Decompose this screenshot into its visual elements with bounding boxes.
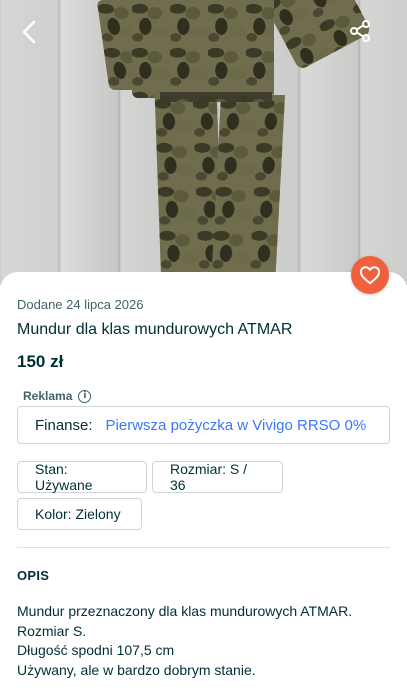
- ad-label-text: Reklama: [23, 389, 73, 403]
- description-line: Mundur przeznaczony dla klas mundurowych…: [17, 603, 353, 619]
- param-chip-size: Rozmiar: S / 36: [152, 461, 283, 493]
- share-icon: [350, 20, 370, 42]
- photo-waistband: [160, 92, 272, 102]
- param-chip-color: Kolor: Zielony: [17, 498, 142, 530]
- info-icon[interactable]: i: [78, 389, 92, 403]
- added-date: Dodane 24 lipca 2026: [17, 297, 144, 312]
- share-button[interactable]: [340, 11, 380, 51]
- listing-title: Mundur dla klas mundurowych ATMAR: [17, 321, 293, 338]
- ad-banner[interactable]: Finanse: Pierwsza pożyczka w Vivigo RRSO…: [17, 406, 390, 444]
- back-button[interactable]: [10, 12, 50, 52]
- listing-price: 150 zł: [17, 352, 64, 371]
- description-line: Używany, ale w bardzo dobrym stanie.: [17, 661, 256, 678]
- ad-label: Reklama i: [23, 389, 92, 403]
- ad-field-label: Finanse:: [35, 416, 93, 434]
- photo-jacket: [132, 0, 274, 98]
- description-line: Długość spodni 107,5 cm: [17, 642, 175, 658]
- chevron-left-icon: [22, 20, 36, 44]
- photo-trousers-leg: [211, 95, 285, 285]
- heart-icon: [359, 266, 381, 285]
- favorite-button[interactable]: [351, 256, 389, 294]
- description-line: Rozmiar S.: [17, 622, 87, 639]
- listing-photo[interactable]: [0, 0, 407, 285]
- divider: [17, 547, 390, 548]
- param-chip-condition: Stan: Używane: [17, 461, 147, 493]
- description-body: Mundur przeznaczony dla klas mundurowych…: [17, 602, 397, 680]
- description-heading: OPIS: [17, 568, 50, 583]
- ad-link[interactable]: Pierwsza pożyczka w Vivigo RRSO 0%: [106, 417, 367, 434]
